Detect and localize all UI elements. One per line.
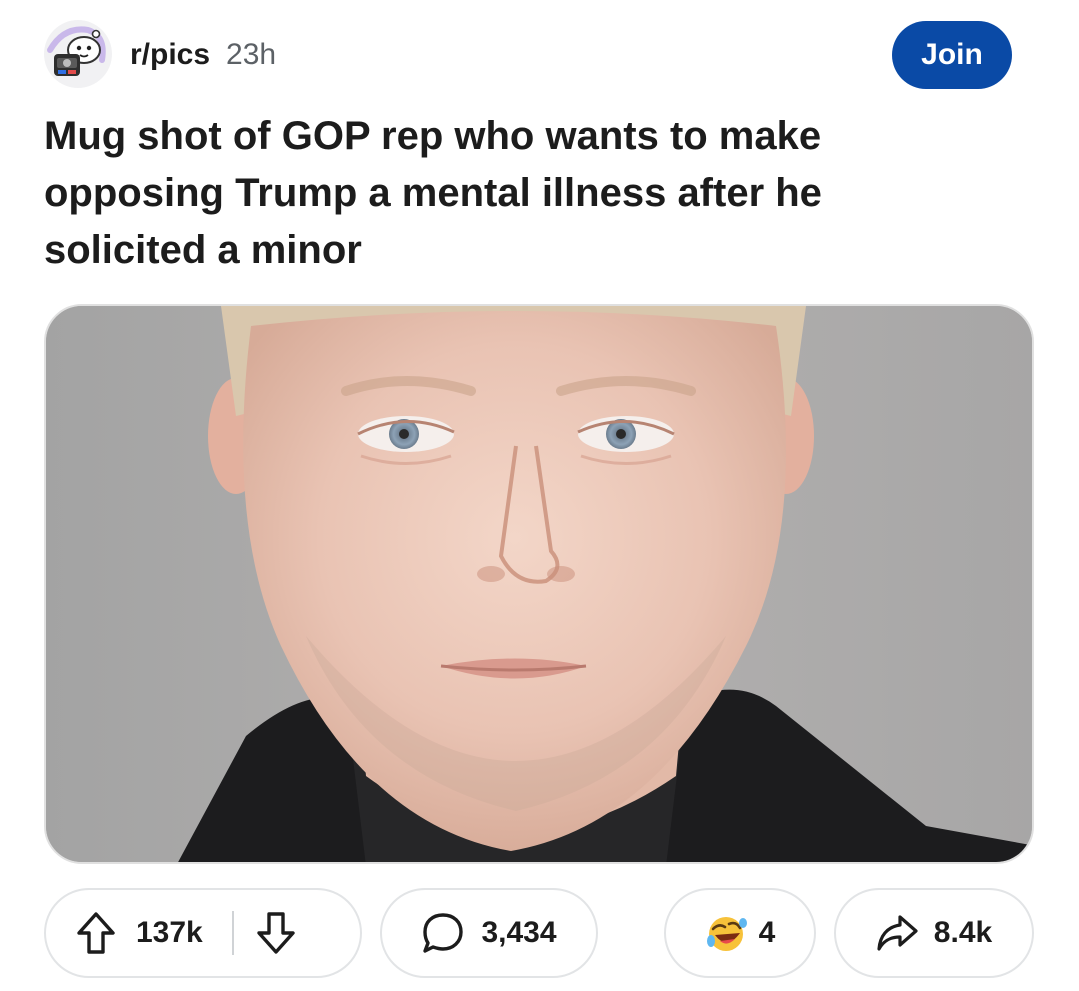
join-button[interactable]: Join [892, 21, 1012, 89]
post-action-bar: 137k 3,434 4 8.4k [44, 888, 1034, 980]
subreddit-name[interactable]: r/pics [130, 38, 210, 72]
comment-bubble-icon [421, 911, 465, 955]
upvote-count: 137k [136, 916, 203, 949]
vote-divider [232, 911, 234, 955]
share-button[interactable]: 8.4k [834, 888, 1034, 978]
upvote-arrow-icon[interactable] [76, 911, 116, 955]
downvote-arrow-icon[interactable] [256, 911, 296, 955]
share-arrow-icon [876, 911, 920, 955]
subreddit-meta: r/pics 23h [130, 38, 276, 72]
post-title[interactable]: Mug shot of GOP rep who wants to make op… [44, 108, 924, 279]
post-header: r/pics 23h Join [44, 18, 1024, 90]
vote-pill: 137k [44, 888, 362, 978]
award-button[interactable]: 4 [664, 888, 816, 978]
award-count: 4 [758, 916, 776, 949]
post-image[interactable] [44, 304, 1034, 864]
post-time: 23h [226, 38, 277, 71]
comment-count: 3,434 [481, 916, 557, 949]
laughing-award-icon [705, 911, 749, 955]
share-count: 8.4k [933, 916, 993, 949]
subreddit-avatar-icon[interactable] [44, 20, 112, 88]
comments-button[interactable]: 3,434 [380, 888, 598, 978]
